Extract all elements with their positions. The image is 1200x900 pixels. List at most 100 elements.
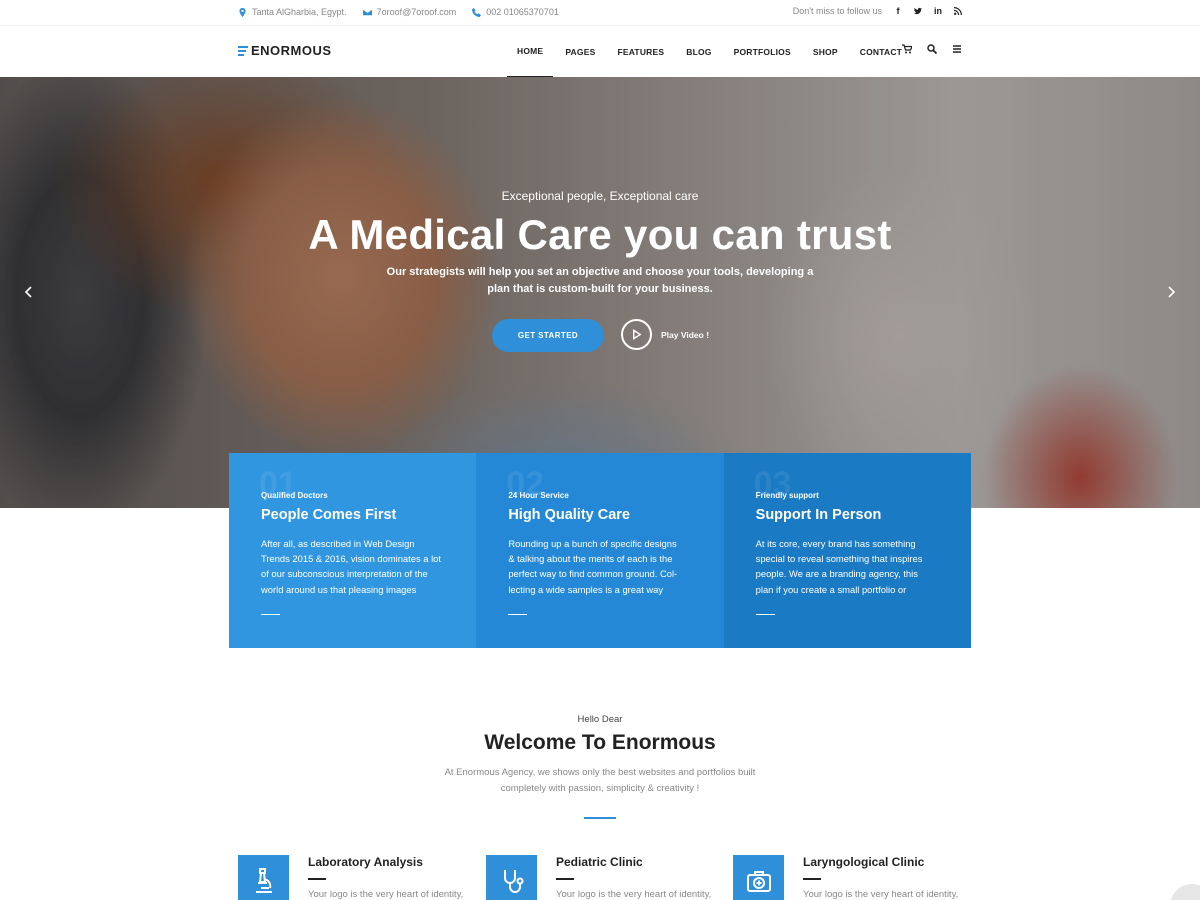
- feature-text-line: At its core, every brand has something: [755, 538, 916, 549]
- feature-box-2: 02 24 Hour Service High Quality Care Rou…: [476, 453, 724, 648]
- nav-item-shop[interactable]: SHOP: [813, 26, 838, 77]
- email-item[interactable]: 7oroof@7oroof.com: [362, 7, 457, 17]
- nav-item-blog[interactable]: BLOG: [686, 26, 711, 77]
- main-navigation: ENORMOUS HOME PAGES FEATURES BLOG PORTFO…: [0, 26, 1200, 77]
- first-aid-kit-icon: [746, 870, 771, 892]
- feature-text-line: people. We are a branding agency, this: [755, 568, 918, 580]
- phone-item: 002 01065370701: [472, 7, 559, 17]
- welcome-section: Hello Dear Welcome To Enormous At Enormo…: [0, 714, 1200, 819]
- address-text: Tanta AlGharbia, Egypt.: [252, 7, 347, 17]
- microscope-icon: [255, 867, 272, 893]
- hero-subtitle: Our strategists will help you set an obj…: [380, 264, 820, 298]
- hero-slider: Exceptional people, Exceptional care A M…: [0, 77, 1200, 508]
- feature-number: 03: [753, 465, 792, 503]
- feature-text-line: After all, as described in Web Design: [261, 538, 415, 549]
- feature-text-line: world around us that pleasing images: [261, 583, 417, 595]
- scroll-to-top-button[interactable]: [1170, 884, 1200, 900]
- nav-item-home[interactable]: HOME: [507, 26, 554, 77]
- service-divider: [308, 878, 326, 880]
- feature-title: High Quality Care: [508, 507, 630, 523]
- phone-icon: [472, 7, 482, 17]
- nav-item-portfolios[interactable]: PORTFOLIOS: [734, 26, 791, 77]
- hero-subtitle-line: plan that is custom-built for your busin…: [487, 283, 713, 295]
- hero-title: A Medical Care you can trust: [308, 211, 892, 258]
- service-title[interactable]: Pediatric Clinic: [556, 855, 711, 869]
- welcome-description-line: At Enormous Agency, we shows only the be…: [444, 767, 756, 778]
- service-icon-box: [733, 855, 784, 900]
- welcome-kicker: Hello Dear: [577, 714, 623, 725]
- service-icon-box: [238, 855, 289, 900]
- service-title[interactable]: Laryngological Clinic: [803, 855, 958, 869]
- feature-text: At its core, every brand has something s…: [756, 536, 946, 597]
- feature-title: People Comes First: [261, 507, 397, 523]
- linkedin-icon[interactable]: in: [934, 6, 942, 16]
- follow-label: Don't miss to follow us: [792, 6, 882, 16]
- feature-divider: [261, 614, 280, 615]
- service-body: Pediatric Clinic Your logo is the very h…: [556, 855, 711, 900]
- feature-text-line: plan if you create a small portfolio or: [755, 583, 907, 595]
- service-body: Laryngological Clinic Your logo is the v…: [803, 855, 958, 900]
- play-circle[interactable]: [621, 319, 652, 350]
- feature-boxes: 01 Qualified Doctors People Comes First …: [229, 453, 971, 648]
- service-pediatric-clinic: Pediatric Clinic Your logo is the very h…: [486, 855, 711, 900]
- play-video-label[interactable]: Play Video !: [661, 330, 709, 340]
- feature-text-line: special to reveal something that inspire…: [755, 553, 923, 565]
- nav-item-contact[interactable]: CONTACT: [860, 26, 902, 77]
- contact-info: Tanta AlGharbia, Egypt. 7oroof@7oroof.co…: [238, 7, 559, 17]
- feature-text: After all, as described in Web Design Tr…: [261, 536, 451, 597]
- slider-next-arrow[interactable]: [1166, 285, 1178, 299]
- service-divider: [556, 878, 574, 880]
- feature-text: Rounding up a bunch of specific designs …: [508, 536, 698, 597]
- feature-text-line: Rounding up a bunch of specific designs: [508, 538, 677, 549]
- page: Tanta AlGharbia, Egypt. 7oroof@7oroof.co…: [0, 0, 1200, 900]
- address-item: Tanta AlGharbia, Egypt.: [238, 7, 347, 17]
- service-title[interactable]: Laboratory Analysis: [308, 855, 463, 869]
- feature-text-line: of our subconscious interpretation of th…: [261, 568, 428, 580]
- map-pin-icon: [239, 7, 246, 17]
- service-laboratory-analysis: Laboratory Analysis Your logo is the ver…: [238, 855, 463, 900]
- feature-box-3: 03 Friendly support Support In Person At…: [723, 453, 971, 648]
- email-text[interactable]: 7oroof@7oroof.com: [377, 7, 457, 17]
- welcome-description: At Enormous Agency, we shows only the be…: [420, 765, 780, 796]
- nav-item-pages[interactable]: PAGES: [565, 26, 595, 77]
- menu-icon[interactable]: [952, 44, 962, 54]
- play-video-button[interactable]: Play Video !: [621, 319, 709, 350]
- phone-text: 002 01065370701: [486, 7, 559, 17]
- logo[interactable]: ENORMOUS: [238, 43, 332, 58]
- play-icon: [633, 329, 642, 340]
- feature-text-line: Trends 2015 & 2016, vision dominates a l…: [261, 553, 441, 565]
- feature-number: 02: [506, 465, 545, 503]
- logo-text: ENORMOUS: [251, 43, 332, 58]
- feature-text-line: lecting a wide samples is a great way: [508, 583, 664, 595]
- service-laryngological-clinic: Laryngological Clinic Your logo is the v…: [733, 855, 958, 900]
- feature-text-line: & talking about the merits of each is th…: [508, 553, 673, 565]
- feature-divider: [755, 614, 775, 615]
- twitter-icon[interactable]: [914, 6, 922, 16]
- slider-prev-arrow[interactable]: [24, 285, 36, 299]
- chevron-right-icon: [1168, 286, 1176, 298]
- feature-number: 01: [259, 465, 297, 503]
- social-follow: Don't miss to follow us f in: [793, 6, 962, 16]
- search-icon[interactable]: [927, 44, 937, 54]
- service-description: Your logo is the very heart of identity,: [308, 889, 464, 900]
- nav-item-features[interactable]: FEATURES: [617, 26, 664, 77]
- cart-icon[interactable]: [902, 44, 912, 54]
- service-icon-box: [486, 855, 537, 900]
- feature-divider: [508, 614, 528, 615]
- get-started-button[interactable]: GET STARTED: [492, 319, 604, 352]
- feature-title: Support In Person: [755, 507, 882, 523]
- hero-subtitle-line: Our strategists will help you set an obj…: [386, 266, 814, 278]
- welcome-divider: [584, 817, 616, 819]
- stethoscope-icon: [503, 869, 523, 893]
- facebook-icon[interactable]: f: [894, 6, 902, 16]
- feature-box-1: 01 Qualified Doctors People Comes First …: [229, 453, 477, 648]
- welcome-title: Welcome To Enormous: [484, 731, 716, 754]
- hero-kicker: Exceptional people, Exceptional care: [501, 189, 699, 203]
- top-bar: Tanta AlGharbia, Egypt. 7oroof@7oroof.co…: [0, 0, 1200, 26]
- service-description: Your logo is the very heart of identity,: [803, 889, 959, 900]
- nav-tools: [902, 44, 962, 54]
- logo-mark-icon: [238, 45, 248, 56]
- service-divider: [803, 878, 821, 880]
- rss-icon[interactable]: [954, 6, 962, 16]
- service-description: Your logo is the very heart of identity,: [556, 889, 712, 900]
